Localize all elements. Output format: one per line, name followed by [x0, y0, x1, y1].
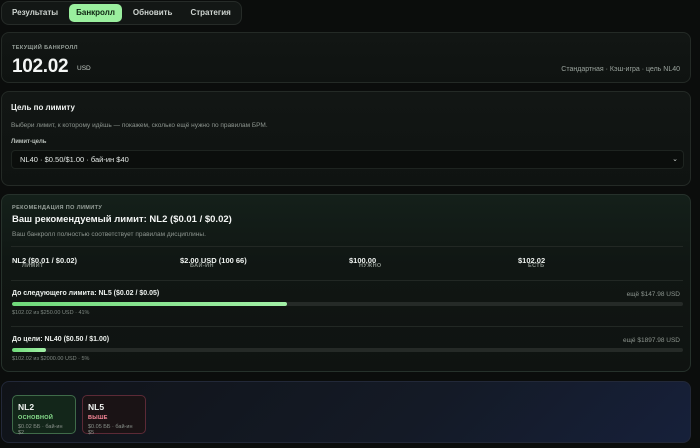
target-field-label: Лимит-цель: [11, 139, 47, 145]
limits-card: NL2 ОСНОВНОЙ $0.02 ББ · бай-ин $2 NL5 ВЫ…: [1, 381, 691, 443]
goal-need: ещё $1897.98 USD: [622, 337, 680, 344]
tab-bar: Результаты Банкролл Обновить Стратегия: [1, 1, 242, 25]
limit-chip-name: NL2: [18, 402, 35, 412]
limit-chip-nl2[interactable]: NL2 ОСНОВНОЙ $0.02 ББ · бай-ин $2: [12, 395, 76, 436]
bankroll-label: ТЕКУЩИЙ БАНКРОЛЛ: [12, 45, 78, 51]
divider: [11, 280, 683, 281]
limit-chip-sub: $0.02 ББ · бай-ин $2: [18, 424, 63, 436]
bankroll-currency: USD: [77, 65, 91, 72]
next-limit-progress: [12, 302, 683, 306]
divider: [11, 326, 683, 327]
recommendation-description: Ваш банкролл полностью соответствует пра…: [12, 231, 206, 238]
limit-chip-sub: $0.05 ББ · бай-ин $5: [88, 424, 133, 436]
bankroll-meta: Стандартная · Кэш-игра · цель NL40: [561, 66, 680, 73]
recommendation-title: Ваш рекомендуемый лимит: NL2 ($0.01 / $0…: [12, 214, 232, 225]
limit-chip-name: NL5: [88, 402, 105, 412]
bankroll-card: ТЕКУЩИЙ БАНКРОЛЛ 102.02 USD Стандартная …: [1, 32, 691, 83]
goal-sub: $102.02 из $2000.00 USD · 5%: [12, 356, 90, 362]
tab-update[interactable]: Обновить: [126, 4, 180, 22]
stat-label: ЛИМИТ: [22, 263, 44, 269]
divider: [11, 246, 683, 247]
stat-buyin: БАЙ-ИН $2.00 USD (100 66): [180, 253, 247, 269]
target-description: Выбери лимит, к которому идёшь — покажем…: [11, 122, 268, 129]
limit-chip-nl5[interactable]: NL5 ВЫШЕ $0.05 ББ · бай-ин $5: [82, 395, 146, 436]
goal-title: До цели: NL40 ($0.50 / $1.00): [12, 336, 110, 343]
stat-need: НУЖНО $100.00: [349, 253, 381, 269]
goal-progress: [12, 348, 683, 352]
stat-label: ЕСТЬ: [528, 263, 545, 269]
tab-strategy[interactable]: Стратегия: [183, 4, 237, 22]
target-card: Цель по лимиту Выбери лимит, к которому …: [1, 91, 691, 186]
goal-progress-fill: [12, 348, 46, 352]
target-heading: Цель по лимиту: [11, 103, 75, 112]
limit-chip-tag: ВЫШЕ: [88, 415, 108, 421]
limit-chip-tag: ОСНОВНОЙ: [18, 415, 54, 421]
next-limit-title: До следующего лимита: NL5 ($0.02 / $0.05…: [12, 290, 160, 297]
stat-label: БАЙ-ИН: [190, 263, 214, 269]
stat-label: НУЖНО: [359, 263, 382, 269]
tab-bankroll[interactable]: Банкролл: [69, 4, 122, 22]
target-selected-value: NL40 · $0.50/$1.00 · бай-ин $40: [20, 155, 129, 164]
chevron-down-icon: ⌄: [672, 156, 678, 163]
stat-have: ЕСТЬ $102.02: [518, 253, 545, 269]
stat-limit: ЛИМИТ NL2 ($0.01 / $0.02): [12, 253, 77, 269]
bankroll-amount: 102.02: [12, 56, 69, 77]
tab-results[interactable]: Результаты: [5, 4, 65, 22]
next-limit-need: ещё $147.98 USD: [626, 291, 680, 298]
target-limit-select[interactable]: NL40 · $0.50/$1.00 · бай-ин $40 ⌄: [11, 150, 684, 169]
next-limit-progress-fill: [12, 302, 288, 306]
next-limit-sub: $102.02 из $250.00 USD · 41%: [12, 310, 90, 316]
recommendation-label: РЕКОМЕНДАЦИЯ ПО ЛИМИТУ: [12, 205, 103, 211]
recommendation-card: РЕКОМЕНДАЦИЯ ПО ЛИМИТУ Ваш рекомендуемый…: [1, 194, 691, 372]
